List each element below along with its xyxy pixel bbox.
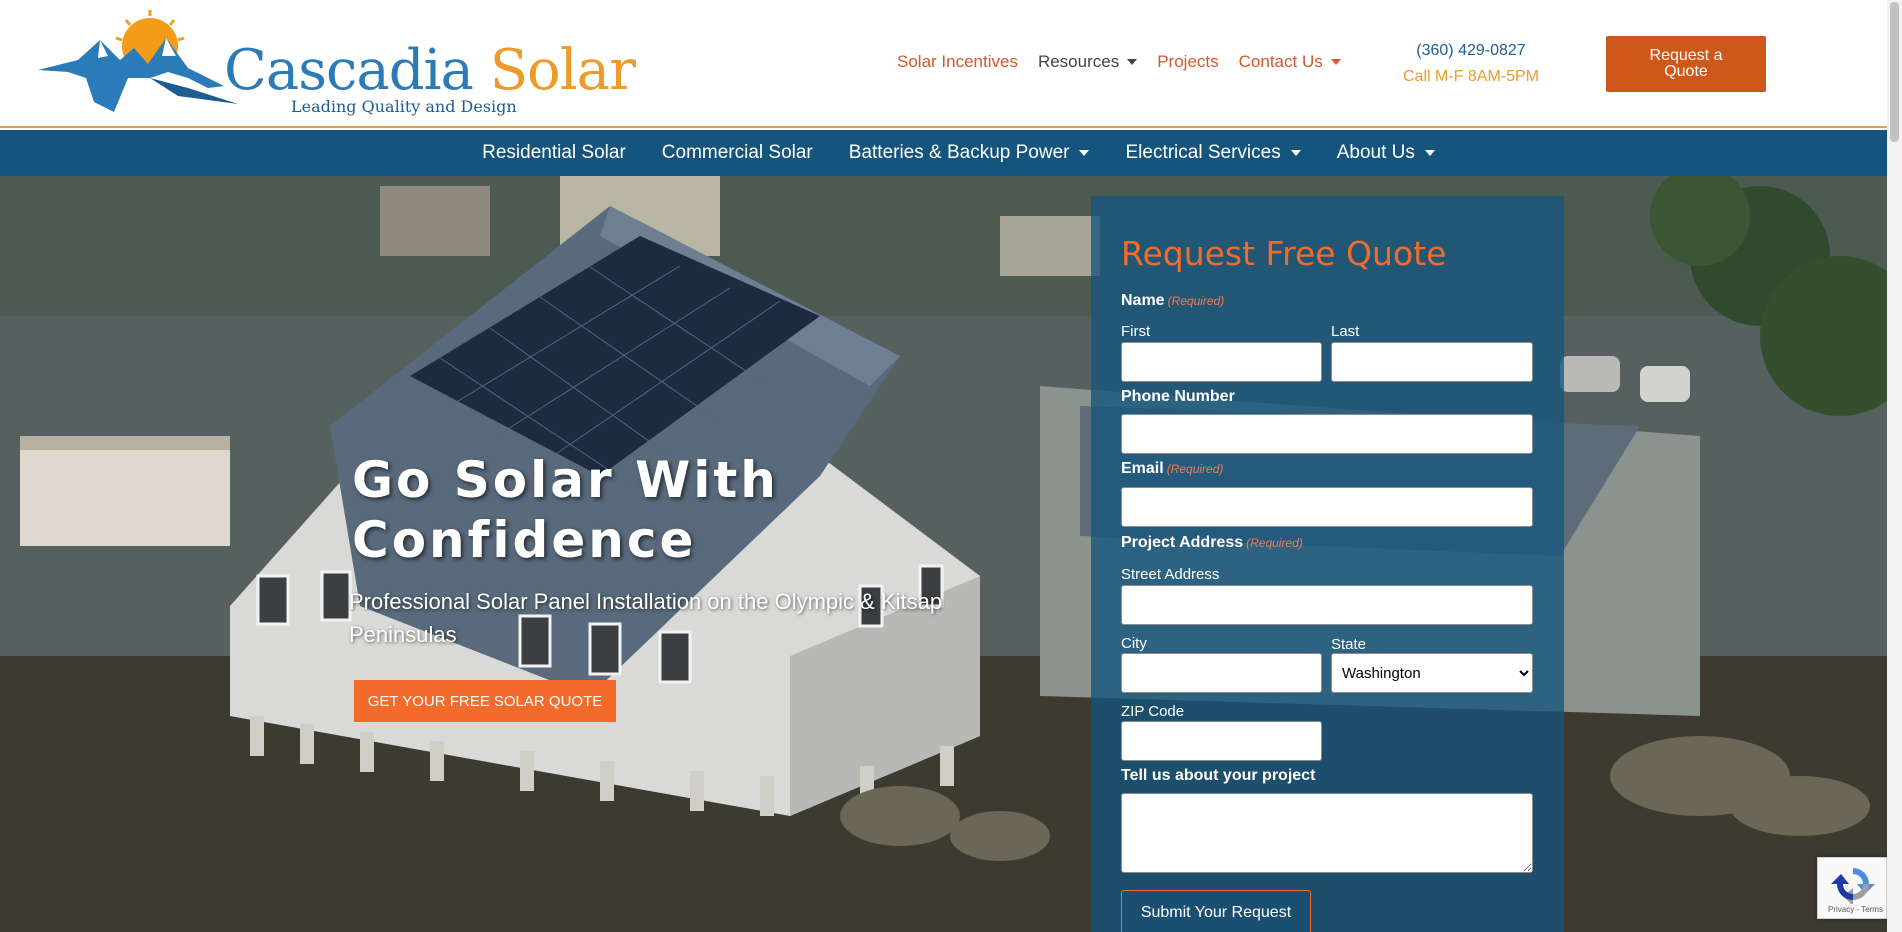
last-name-input[interactable] [1332, 343, 1532, 381]
request-quote-button[interactable]: Request a Quote [1606, 36, 1766, 92]
first-name-input[interactable] [1122, 343, 1321, 381]
logo-word-2: Solar [489, 38, 636, 103]
zip-field[interactable] [1121, 721, 1322, 761]
hours-text: Call M-F 8AM-5PM [1402, 68, 1539, 85]
nav-label: Resources [1037, 52, 1120, 71]
chevron-down-icon [1424, 150, 1435, 156]
nav-label: Electrical Services [1125, 142, 1281, 163]
nav-label: About Us [1336, 142, 1415, 163]
email-label: Email (Required) [1121, 460, 1223, 478]
address-label-text: Project Address [1121, 534, 1244, 551]
logo-wordmark: Cascadia Solar [224, 38, 636, 103]
nav-electrical-services[interactable]: Electrical Services [1125, 142, 1301, 164]
street-field[interactable] [1121, 585, 1533, 625]
free-quote-button[interactable]: GET YOUR FREE SOLAR QUOTE [354, 680, 616, 722]
nav-label: Batteries & Backup Power [848, 142, 1070, 163]
chevron-down-icon [1079, 150, 1090, 156]
scrollbar[interactable] [1887, 0, 1902, 932]
first-name-label: First [1121, 323, 1151, 340]
nav-batteries-backup[interactable]: Batteries & Backup Power [849, 142, 1090, 164]
recaptcha-icon [1831, 868, 1875, 904]
chevron-down-icon [1127, 59, 1138, 65]
nav-residential-solar[interactable]: Residential Solar [482, 142, 626, 164]
email-input[interactable] [1122, 488, 1532, 526]
recaptcha-badge[interactable]: Privacy - Terms [1817, 857, 1887, 919]
last-name-field[interactable] [1331, 342, 1533, 382]
last-name-label: Last [1331, 323, 1360, 340]
form-title: Request Free Quote [1121, 234, 1447, 273]
contact-block: (360) 429-0827 Call M-F 8AM-5PM [1400, 42, 1542, 86]
state-label: State [1331, 636, 1367, 653]
first-name-field[interactable] [1121, 342, 1322, 382]
city-input[interactable] [1122, 654, 1321, 692]
street-input[interactable] [1122, 586, 1532, 624]
required-marker: (Required) [1246, 536, 1303, 550]
main-nav: Residential Solar Commercial Solar Batte… [0, 130, 1887, 176]
zip-input[interactable] [1122, 722, 1321, 760]
logo-tagline: Leading Quality and Design [291, 97, 517, 116]
scrollbar-thumb[interactable] [1890, 2, 1899, 142]
chevron-down-icon [1290, 150, 1301, 156]
nav-label: Solar Incentives [897, 52, 1018, 71]
nav-commercial-solar[interactable]: Commercial Solar [662, 142, 813, 164]
phone-label: Phone Number [1121, 388, 1235, 405]
name-label: Name (Required) [1121, 292, 1224, 310]
nav-label: Commercial Solar [661, 142, 813, 163]
phone-field[interactable] [1121, 414, 1533, 454]
nav-projects[interactable]: Projects [1157, 52, 1218, 72]
required-marker: (Required) [1167, 294, 1225, 308]
zip-label: ZIP Code [1121, 703, 1185, 720]
chevron-down-icon [1330, 59, 1341, 65]
nav-label: Projects [1157, 52, 1219, 71]
site-logo[interactable]: Cascadia Solar Leading Quality and Desig… [38, 8, 636, 120]
street-label: Street Address [1121, 566, 1220, 583]
nav-label: Contact Us [1238, 52, 1323, 71]
phone-input[interactable] [1122, 415, 1532, 453]
project-textarea[interactable] [1122, 794, 1532, 872]
hero-section: Go Solar With Confidence Professional So… [0, 176, 1887, 932]
project-label: Tell us about your project [1121, 767, 1316, 784]
hero-subtitle: Professional Solar Panel Installation on… [349, 589, 943, 647]
logo-word-1: Cascadia [224, 38, 474, 103]
state-field[interactable]: Washington [1331, 653, 1533, 693]
phone-link[interactable]: (360) 429-0827 [1400, 42, 1542, 60]
site-header: Cascadia Solar Leading Quality and Desig… [0, 0, 1887, 128]
nav-label: Residential Solar [482, 142, 626, 163]
hero-background-image [0, 176, 1887, 932]
address-label: Project Address (Required) [1121, 534, 1303, 552]
nav-contact-us[interactable]: Contact Us [1239, 52, 1341, 72]
project-field[interactable] [1121, 793, 1533, 873]
submit-button[interactable]: Submit Your Request [1121, 890, 1311, 932]
required-marker: (Required) [1166, 462, 1224, 476]
city-label: City [1121, 635, 1147, 652]
nav-about-us[interactable]: About Us [1337, 142, 1435, 164]
hero-title: Go Solar With Confidence [352, 451, 779, 569]
nav-solar-incentives[interactable]: Solar Incentives [897, 52, 1018, 72]
quote-form: Request Free Quote Name (Required) First … [1091, 196, 1564, 932]
state-select[interactable]: Washington [1332, 654, 1532, 692]
email-field[interactable] [1121, 487, 1533, 527]
top-nav: Solar Incentives Resources Projects Cont… [897, 52, 1341, 72]
recaptcha-links[interactable]: Privacy - Terms [1828, 905, 1883, 914]
email-label-text: Email [1121, 460, 1164, 477]
city-field[interactable] [1121, 653, 1322, 693]
nav-resources[interactable]: Resources [1037, 52, 1138, 72]
name-label-text: Name [1121, 292, 1165, 309]
